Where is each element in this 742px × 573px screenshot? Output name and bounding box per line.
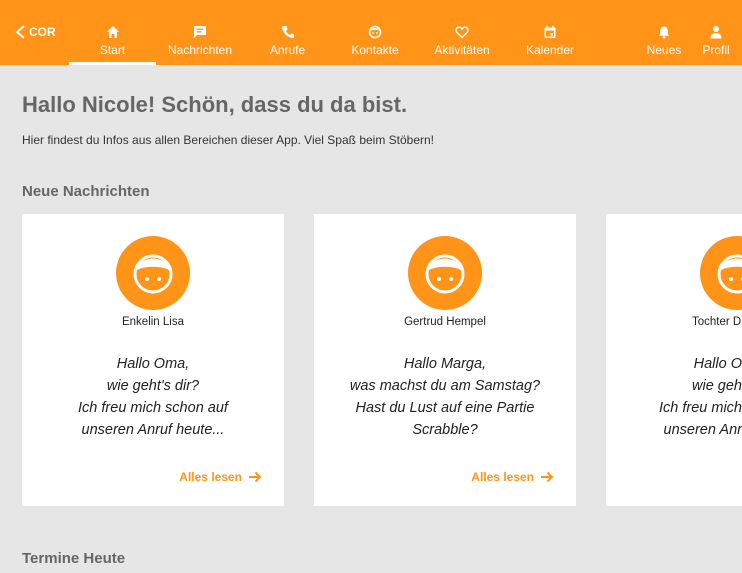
- avatar: [116, 236, 190, 310]
- avatar: [408, 236, 482, 310]
- nav-label: Anrufe: [269, 43, 306, 57]
- nav-profil[interactable]: Profil: [698, 0, 734, 65]
- message-preview: Hallo Oma, wie geht's dir? Ich freu mich…: [78, 356, 228, 438]
- message-preview: Hallo O wie geh Ich freu mich unseren An…: [659, 356, 742, 438]
- heart-icon: [455, 25, 469, 39]
- messages-section-title: Neue Nachrichten: [22, 183, 150, 200]
- face-avatar-icon: [717, 254, 742, 294]
- nav-label: Profil: [702, 43, 730, 57]
- nav-label: Kalender: [525, 43, 575, 57]
- message-card[interactable]: Tochter D Hallo O wie geh Ich freu mich …: [606, 214, 742, 506]
- nav-label: Aktivitäten: [434, 43, 490, 57]
- nav-label: Start: [99, 43, 126, 57]
- read-more-link[interactable]: Alles lesen: [179, 470, 262, 484]
- message-card[interactable]: Enkelin Lisa Hallo Oma, wie geht's dir? …: [22, 214, 284, 506]
- top-nav-bar: COR Start Nachrichten Anrufe Kontakte Ak…: [0, 0, 742, 65]
- nav-label: Nachrichten: [167, 43, 233, 57]
- nav-start[interactable]: Start: [69, 0, 156, 65]
- sender-name: Tochter D: [692, 316, 742, 328]
- phone-icon: [281, 25, 295, 39]
- home-icon: [106, 25, 120, 39]
- nav-kontakte[interactable]: Kontakte: [345, 0, 405, 65]
- sender-name: Gertrud Hempel: [404, 316, 486, 328]
- arrow-right-icon: [541, 471, 554, 483]
- avatar: [700, 236, 742, 310]
- nav-nachrichten[interactable]: Nachrichten: [160, 0, 240, 65]
- bell-icon: [657, 25, 671, 39]
- nav-neues[interactable]: Neues: [643, 0, 685, 65]
- page-title: Hallo Nicole! Schön, dass du da bist.: [22, 92, 408, 117]
- read-more-link[interactable]: Alles lesen: [471, 470, 554, 484]
- message-card[interactable]: Gertrud Hempel Hallo Marga, was machst d…: [314, 214, 576, 506]
- message-icon: [193, 25, 207, 39]
- sender-name: Enkelin Lisa: [121, 316, 184, 328]
- person-icon: [709, 25, 723, 39]
- nav-label: Neues: [646, 43, 682, 57]
- nav-label: Kontakte: [351, 43, 399, 57]
- nav-aktivitaeten[interactable]: Aktivitäten: [428, 0, 496, 65]
- nav-anrufe[interactable]: Anrufe: [260, 0, 315, 65]
- back-arrow-icon: [15, 25, 25, 39]
- arrow-right-icon: [249, 471, 262, 483]
- contact-face-icon: [368, 25, 382, 39]
- message-preview: Hallo Marga, was machst du am Samstag? H…: [349, 356, 541, 438]
- back-button[interactable]: COR: [14, 24, 56, 40]
- intro-text: Hier findest du Infos aus allen Bereiche…: [22, 133, 435, 147]
- face-avatar-icon: [425, 254, 465, 294]
- back-label: COR: [29, 25, 56, 39]
- appointments-section-title: Termine Heute: [22, 550, 126, 567]
- face-avatar-icon: [133, 254, 173, 294]
- nav-kalender[interactable]: Kalender: [522, 0, 578, 65]
- calendar-icon: [543, 25, 557, 39]
